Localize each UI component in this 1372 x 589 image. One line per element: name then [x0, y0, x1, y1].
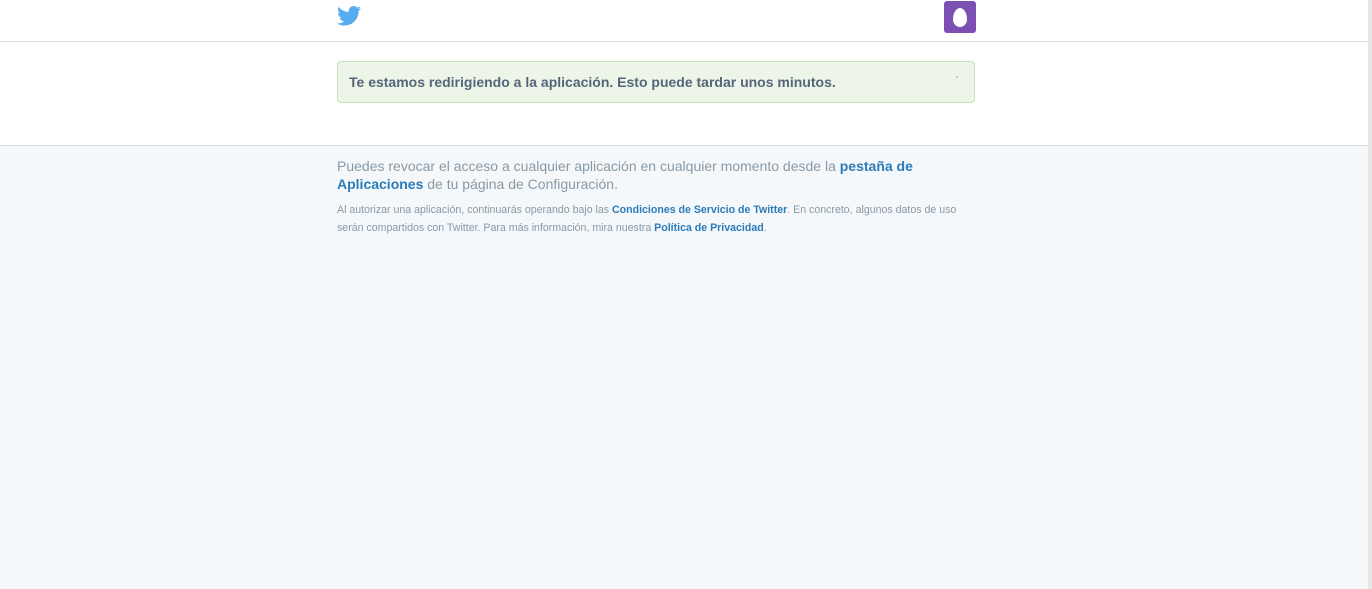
- terms-text-start: Al autorizar una aplicación, continuarás…: [337, 204, 613, 216]
- redirect-message: Te estamos redirigiendo a la aplicación.…: [349, 74, 836, 90]
- default-egg-avatar-icon[interactable]: [944, 1, 976, 33]
- revoke-access-text: Puedes revocar el acceso a cualquier apl…: [337, 157, 977, 193]
- privacy-policy-link[interactable]: Política de Privacidad: [654, 222, 764, 234]
- twitter-bird-icon[interactable]: [337, 6, 361, 26]
- top-bar-inner: [337, 0, 977, 41]
- terms-text-end: .: [763, 222, 767, 234]
- terms-of-service-link[interactable]: Condiciones de Servicio de Twitter: [612, 204, 787, 216]
- page: Te estamos redirigiendo a la aplicación.…: [0, 0, 1372, 589]
- revoke-text-start: Puedes revocar el acceso a cualquier apl…: [337, 158, 840, 174]
- vertical-scrollbar[interactable]: [1368, 0, 1372, 589]
- top-bar: [0, 0, 1368, 42]
- terms-notice-text: Al autorizar una aplicación, continuarás…: [337, 201, 977, 237]
- main-content: Te estamos redirigiendo a la aplicación.…: [0, 42, 1368, 146]
- revoke-text-end: de tu página de Configuración.: [423, 176, 618, 192]
- dismiss-dot-icon[interactable]: [956, 76, 958, 78]
- footer: Puedes revocar el acceso a cualquier apl…: [337, 157, 977, 237]
- egg-shape: [953, 7, 967, 27]
- redirect-notice: Te estamos redirigiendo a la aplicación.…: [337, 61, 975, 103]
